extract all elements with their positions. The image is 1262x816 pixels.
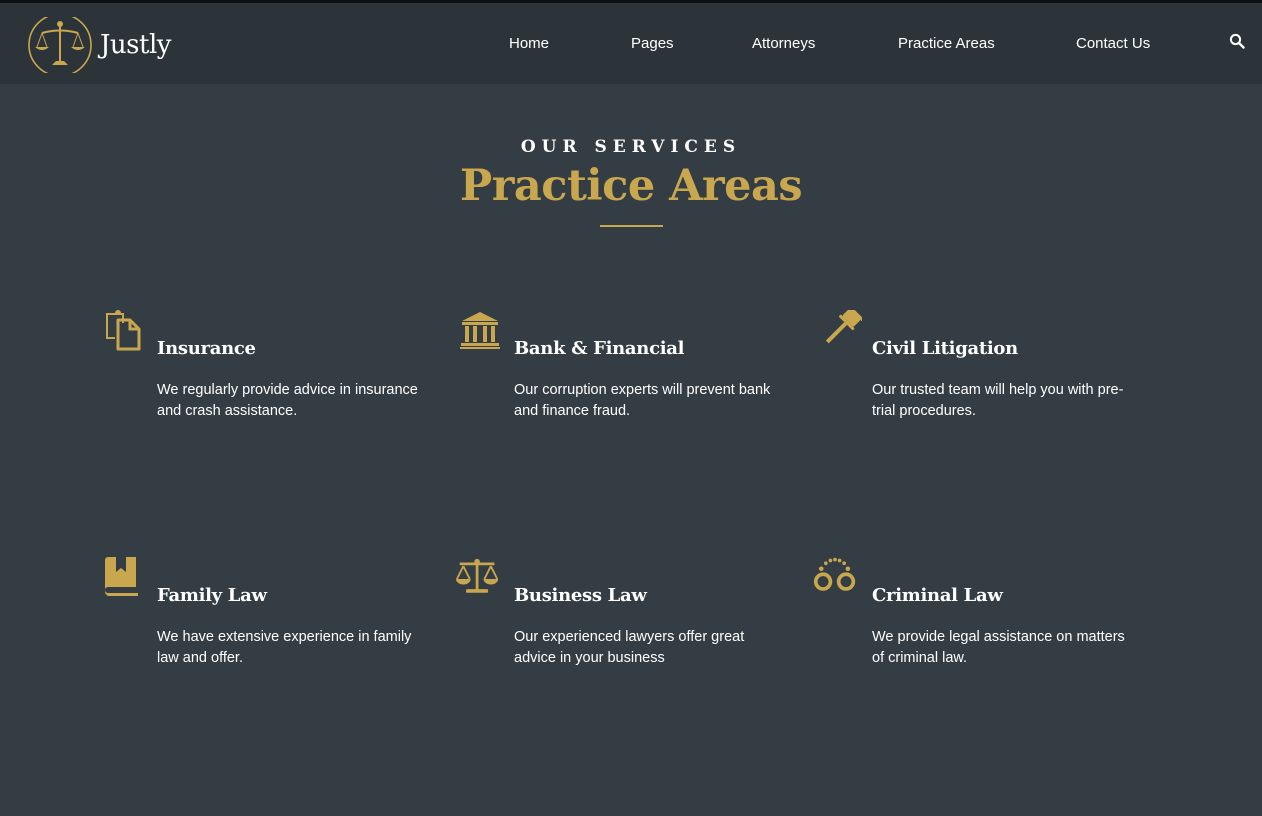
section-eyebrow: OUR SERVICES (520, 137, 742, 157)
practice-card-business-law[interactable]: Business Law Our experienced lawyers off… (456, 557, 776, 687)
section-title: Practice Areas (459, 161, 803, 211)
card-title: Family Law (157, 585, 267, 606)
title-divider (600, 225, 663, 227)
card-text: We regularly provide advice in insurance… (157, 382, 418, 419)
nav-item-pages[interactable]: Pages (631, 35, 674, 52)
card-title: Insurance (157, 338, 256, 359)
practice-card-insurance[interactable]: Insurance We regularly provide advice in… (103, 310, 423, 440)
practice-card-family-law[interactable]: Family Law We have extensive experience … (103, 557, 423, 687)
main-nav: Home Pages Attorneys Practice Areas Cont… (0, 3, 1262, 84)
clipboard-copy-icon (106, 310, 141, 351)
bank-building-icon (460, 312, 500, 349)
handcuffs-icon (813, 557, 856, 591)
nav-item-practice-areas[interactable]: Practice Areas (898, 35, 995, 52)
gavel-icon (825, 310, 862, 344)
card-title: Bank & Financial (514, 338, 685, 359)
card-title: Business Law (514, 585, 647, 606)
nav-item-attorneys[interactable]: Attorneys (752, 35, 815, 52)
search-button[interactable] (1229, 33, 1247, 51)
card-text: Our trusted team will help you with pre-… (872, 382, 1124, 419)
search-icon (1229, 33, 1245, 49)
balance-scale-icon (456, 558, 499, 593)
practice-card-civil-litigation[interactable]: Civil Litigation Our trusted team will h… (818, 310, 1138, 440)
card-text: We provide legal assistance on matters o… (872, 629, 1125, 666)
card-title: Criminal Law (872, 585, 1003, 606)
practice-card-criminal-law[interactable]: Criminal Law We provide legal assistance… (813, 555, 1133, 685)
practice-card-bank-financial[interactable]: Bank & Financial Our corruption experts … (460, 310, 780, 440)
nav-item-home[interactable]: Home (509, 35, 549, 52)
law-book-icon (104, 557, 138, 596)
card-text: We have extensive experience in family l… (157, 629, 412, 666)
card-title: Civil Litigation (872, 338, 1018, 359)
card-text: Our corruption experts will prevent bank… (514, 382, 771, 419)
nav-item-contact-us[interactable]: Contact Us (1076, 35, 1150, 52)
card-text: Our experienced lawyers offer great advi… (514, 629, 745, 666)
